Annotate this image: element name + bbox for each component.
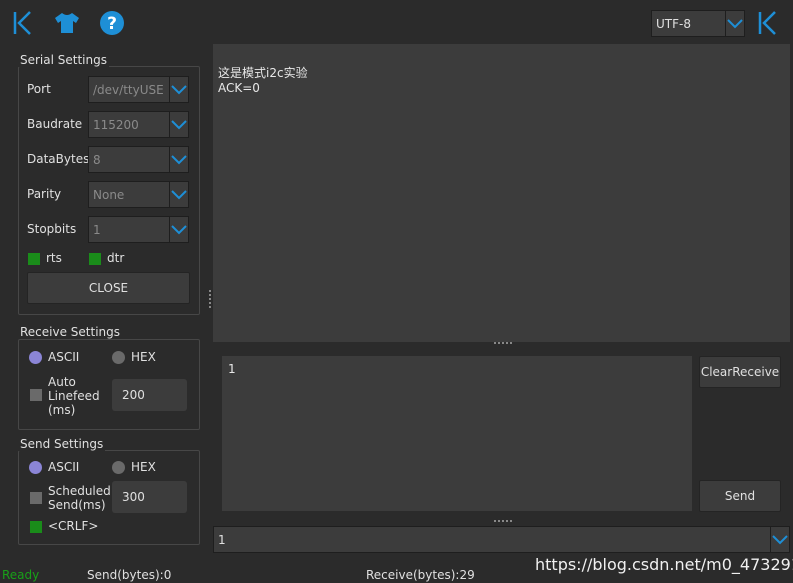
chevron-down-icon — [169, 112, 188, 137]
chevron-down-icon — [169, 147, 188, 172]
auto-linefeed-input[interactable]: 200 — [112, 379, 187, 411]
stopbits-select[interactable]: 1 — [88, 216, 189, 243]
crlf-checkbox[interactable] — [30, 521, 42, 533]
horizontal-splitter-handle[interactable] — [494, 342, 512, 346]
parity-value: None — [93, 187, 125, 202]
auto-linefeed-checkbox[interactable] — [30, 389, 42, 401]
chevron-down-icon — [770, 527, 789, 552]
receive-settings-title: Receive Settings — [18, 325, 123, 339]
scheduled-send-label: Scheduled Send(ms) — [48, 484, 111, 512]
port-value: /dev/ttyUSE — [93, 82, 164, 97]
rts-label: rts — [46, 251, 62, 265]
send-button[interactable]: Send — [699, 480, 781, 512]
shirt-icon[interactable] — [54, 10, 80, 36]
chevron-down-icon — [169, 182, 188, 207]
send-history-value: 1 — [218, 532, 226, 547]
encoding-value: UTF-8 — [656, 16, 691, 31]
send-settings-title: Send Settings — [18, 437, 106, 451]
port-label: Port — [27, 82, 51, 96]
port-select[interactable]: /dev/ttyUSE — [88, 76, 189, 103]
receive-ascii-radio[interactable] — [29, 351, 42, 364]
send-text-area[interactable]: 1 — [222, 356, 692, 511]
crlf-label: <CRLF> — [48, 519, 99, 533]
databytes-value: 8 — [93, 152, 101, 167]
send-ascii-label: ASCII — [48, 460, 80, 474]
baudrate-select[interactable]: 115200 — [88, 111, 189, 138]
close-port-button[interactable]: CLOSE — [27, 272, 190, 304]
parity-label: Parity — [27, 187, 62, 201]
dtr-checkbox[interactable] — [89, 253, 101, 265]
chevron-down-icon — [169, 217, 188, 242]
status-send-bytes: Send(bytes):0 — [87, 568, 172, 582]
auto-linefeed-label: Auto Linefeed (ms) — [48, 375, 100, 417]
chevron-down-icon — [725, 11, 744, 36]
chevron-down-icon — [169, 77, 188, 102]
receive-ascii-label: ASCII — [48, 350, 80, 364]
help-icon[interactable]: ? — [99, 10, 125, 36]
clear-receive-button[interactable]: ClearReceive — [699, 356, 781, 388]
scheduled-send-input[interactable]: 300 — [112, 481, 187, 513]
send-hex-label: HEX — [131, 460, 156, 474]
status-ready: Ready — [2, 568, 40, 582]
receive-hex-radio[interactable] — [112, 351, 125, 364]
scheduled-send-checkbox[interactable] — [30, 492, 42, 504]
status-receive-bytes: Receive(bytes):29 — [366, 568, 475, 582]
back-icon[interactable] — [10, 10, 36, 36]
svg-text:?: ? — [107, 14, 117, 34]
serial-settings-title: Serial Settings — [18, 53, 109, 67]
send-hex-radio[interactable] — [112, 461, 125, 474]
stopbits-value: 1 — [93, 222, 101, 237]
dtr-label: dtr — [107, 251, 125, 265]
rts-checkbox[interactable] — [28, 253, 40, 265]
horizontal-splitter-handle[interactable] — [494, 520, 512, 524]
databytes-label: DataBytes — [27, 152, 90, 166]
send-ascii-radio[interactable] — [29, 461, 42, 474]
watermark-url: https://blog.csdn.net/m0_47329175 — [535, 555, 793, 574]
receive-hex-label: HEX — [131, 350, 156, 364]
encoding-select[interactable]: UTF-8 — [651, 10, 745, 37]
receive-text-area[interactable]: 这是模式i2c实验 ACK=0 — [213, 44, 790, 342]
parity-select[interactable]: None — [88, 181, 189, 208]
send-history-select[interactable]: 1 — [213, 526, 790, 553]
stopbits-label: Stopbits — [27, 222, 77, 236]
baudrate-value: 115200 — [93, 117, 139, 132]
collapse-icon[interactable] — [755, 10, 781, 36]
baudrate-label: Baudrate — [27, 117, 83, 131]
databytes-select[interactable]: 8 — [88, 146, 189, 173]
